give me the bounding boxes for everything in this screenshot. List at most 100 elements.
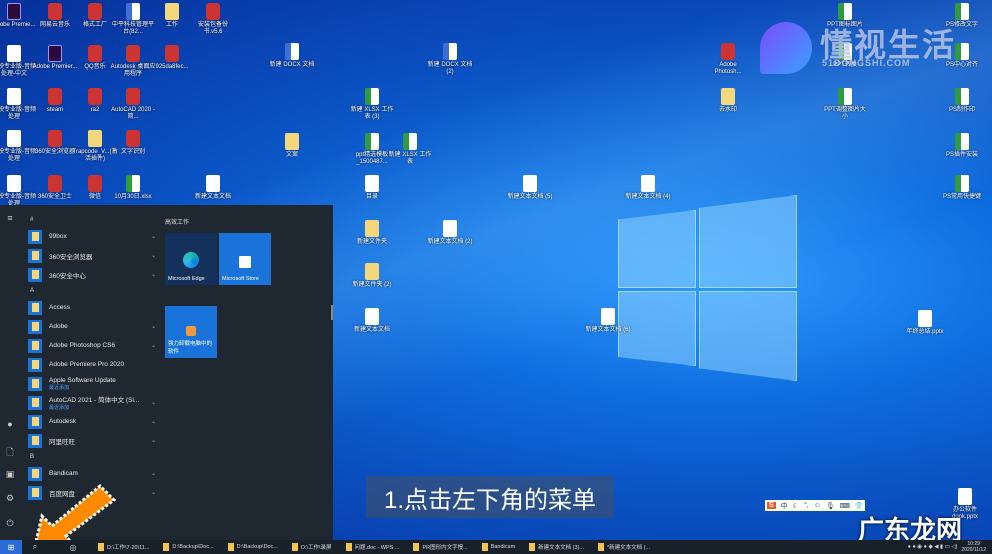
desktop-icon[interactable]: PS常用快捷键 <box>939 175 985 201</box>
app-list-item[interactable]: Adobe Photoshop CS6 ⌄ <box>28 336 156 355</box>
desktop-icon[interactable]: PS插件安装 <box>939 133 985 159</box>
taskbar-app-button[interactable]: D:\Backup\Doc... <box>227 543 278 551</box>
chevron-down-icon[interactable]: ⌄ <box>151 399 156 406</box>
taskbar-app-button[interactable]: 问题.doc - WPS ... <box>345 543 399 551</box>
desktop-icon[interactable]: 文字识别 <box>110 130 156 156</box>
app-list-letter-header[interactable]: # <box>28 213 156 227</box>
tile-uninstall-promo[interactable]: 强力卸载电脑中的软件 <box>165 306 217 358</box>
file-icon <box>285 43 299 60</box>
app-list-item[interactable]: Adobe ⌄ <box>28 317 156 336</box>
chevron-down-icon[interactable]: ⌄ <box>151 233 156 240</box>
app-item-text: Adobe Photoshop CS6 <box>49 342 115 349</box>
desktop-icon-label: 新建文件夹 (2) <box>352 282 392 288</box>
desktop-icon[interactable]: 10月30日.xlsx <box>110 175 156 201</box>
chevron-down-icon[interactable]: ⌄ <box>151 489 156 496</box>
desktop-icon[interactable]: 工作 <box>149 3 195 29</box>
taskbar-app-button[interactable]: D:\工作\录屏 <box>291 543 332 551</box>
desktop-icon[interactable]: 新建 XLSX 工作表 (3) <box>349 88 395 121</box>
app-list-item[interactable]: 阿里旺旺 ⌄ <box>28 431 156 450</box>
desktop-icon[interactable]: 年终总结.pptx <box>902 310 948 336</box>
taskbar-app-button[interactable]: 新建文本文档 (3)... <box>529 543 584 551</box>
taskbar-app-button[interactable]: PR图形内文字慢... <box>413 543 468 551</box>
taskbar-app-button[interactable]: D:\工作\7-20\11... <box>98 543 149 551</box>
app-list-letter-header[interactable]: A <box>28 284 156 298</box>
file-icon <box>918 310 932 327</box>
user-avatar-icon[interactable]: ● <box>4 419 16 429</box>
taskbar-app-label: *新建文本文档 (... <box>607 545 651 551</box>
desktop-icon[interactable]: 新建文件夹 <box>349 220 395 246</box>
tile-microsoft-store[interactable]: Microsoft Store <box>219 233 271 285</box>
file-icon <box>443 43 457 60</box>
desktop-icon[interactable]: 新建文本文档 <box>190 175 236 201</box>
desktop-icon[interactable]: 新建文本文档 (4) <box>625 175 671 201</box>
desktop-icon[interactable]: 安装包备份书.v5.6 <box>190 3 236 36</box>
file-icon <box>48 3 62 20</box>
desktop-icon[interactable]: 去水印 <box>705 88 751 114</box>
ime-toolbar[interactable]: S 中 ☾ °, ☺ 🎙 ⌨ 👕 <box>765 500 865 511</box>
settings-gear-icon[interactable]: ⚙ <box>4 493 16 504</box>
desktop-icon-label: 新建 XLSX 工作表 <box>388 152 432 165</box>
chevron-down-icon[interactable]: ⌄ <box>151 252 156 259</box>
desktop-icon[interactable]: PS制作印 <box>939 88 985 114</box>
desktop-icon[interactable]: 新建 DOCX 文档 <box>269 43 315 69</box>
desktop-icon[interactable]: 新建文本文档 (5) <box>507 175 553 201</box>
chevron-down-icon[interactable]: ⌄ <box>151 437 156 444</box>
app-list-item[interactable]: 99box ⌄ <box>28 227 156 246</box>
app-item-text: AutoCAD 2021 - 简体中文 (Si... 最近添加 <box>49 394 139 411</box>
desktop-icon[interactable]: 925da8fec... <box>149 45 195 71</box>
app-list-item[interactable]: 360安全浏览器 ⌄ <box>28 246 156 265</box>
app-label: 360安全中心 <box>49 272 86 280</box>
desktop-icon[interactable]: 新建文本文档 (6) <box>585 308 631 334</box>
taskbar-app-button[interactable]: Bandicam <box>481 543 515 551</box>
search-icon[interactable]: ⌕ <box>22 542 48 552</box>
desktop-icon-label: 新建文件夹 <box>356 239 387 245</box>
tile-label: Microsoft Edge <box>168 276 205 282</box>
taskbar-app-button[interactable]: *新建文本文档 (... <box>598 543 650 551</box>
app-list-letter-header[interactable]: B <box>28 450 156 464</box>
power-icon[interactable]: ⏻ <box>4 518 16 529</box>
desktop-icon[interactable]: 新建 XLSX 工作表 <box>387 133 433 166</box>
file-icon <box>641 175 655 192</box>
hamburger-menu-icon[interactable]: ≡ <box>4 213 16 223</box>
desktop-icon[interactable]: 新建 DOCX 文档 (2) <box>427 43 473 76</box>
folder-icon <box>28 267 42 282</box>
folder-icon <box>28 229 42 244</box>
chevron-down-icon[interactable]: ⌄ <box>151 271 156 278</box>
pictures-icon[interactable]: ▣ <box>4 469 16 480</box>
desktop-icon[interactable]: Adobe Photosh... <box>705 43 751 76</box>
desktop-icon[interactable]: 目录 <box>349 175 395 201</box>
desktop-icon[interactable]: 文案 <box>269 133 315 159</box>
desktop-icon[interactable]: PPT调整图片大小 <box>822 88 868 121</box>
desktop-icon[interactable]: AutoCAD 2020 - 简... <box>110 88 156 121</box>
file-icon <box>721 88 735 105</box>
app-list-item[interactable]: AutoCAD 2021 - 简体中文 (Si... 最近添加 ⌄ <box>28 393 156 412</box>
desktop-icon[interactable]: 新建文本文档 <box>349 308 395 334</box>
desktop-icon-label: AutoCAD 2020 - 简... <box>111 107 155 120</box>
task-view-icon[interactable]: ◎ <box>48 543 98 552</box>
chevron-down-icon[interactable]: ⌄ <box>151 470 156 477</box>
start-button[interactable]: ⊞ <box>0 540 22 554</box>
tile-microsoft-edge[interactable]: Microsoft Edge <box>165 233 217 285</box>
file-icon <box>88 45 102 62</box>
desktop-icon[interactable]: 新建文件夹 (2) <box>349 263 395 289</box>
app-list-item[interactable]: Apple Software Update 最近添加 <box>28 374 156 393</box>
desktop-icon[interactable]: 新建文本文档 (2) <box>427 220 473 246</box>
app-list-item[interactable]: Autodesk ⌄ <box>28 412 156 431</box>
ime-mode[interactable]: 中 <box>781 501 788 511</box>
app-list-item[interactable]: Access <box>28 298 156 317</box>
scrollbar[interactable] <box>331 305 333 320</box>
clock-date[interactable]: 2020/11/12 <box>961 547 986 553</box>
app-icon <box>163 543 170 551</box>
taskbar-app-button[interactable]: D:\Backup\Doc... <box>163 543 214 551</box>
app-list-item[interactable]: Adobe Premiere Pro 2020 <box>28 355 156 374</box>
chevron-down-icon[interactable]: ⌄ <box>151 323 156 330</box>
chevron-down-icon[interactable]: ⌄ <box>151 418 156 425</box>
app-item-text: Adobe Premiere Pro 2020 <box>49 361 124 368</box>
file-icon <box>838 3 852 20</box>
app-list-item[interactable]: 360安全中心 ⌄ <box>28 265 156 284</box>
documents-icon[interactable]: 🗋 <box>4 445 16 461</box>
app-label: Access <box>49 304 70 311</box>
chevron-down-icon[interactable]: ⌄ <box>151 342 156 349</box>
tray-icons[interactable]: ● ● ◉ ● ◆ ◀ ▮ ▭ ◁) <box>908 544 958 550</box>
app-list[interactable]: #99box ⌄ 360安全浏览器 ⌄ 360安全中心 ⌄ A Access Adobe ⌄ Ado… <box>28 213 156 502</box>
